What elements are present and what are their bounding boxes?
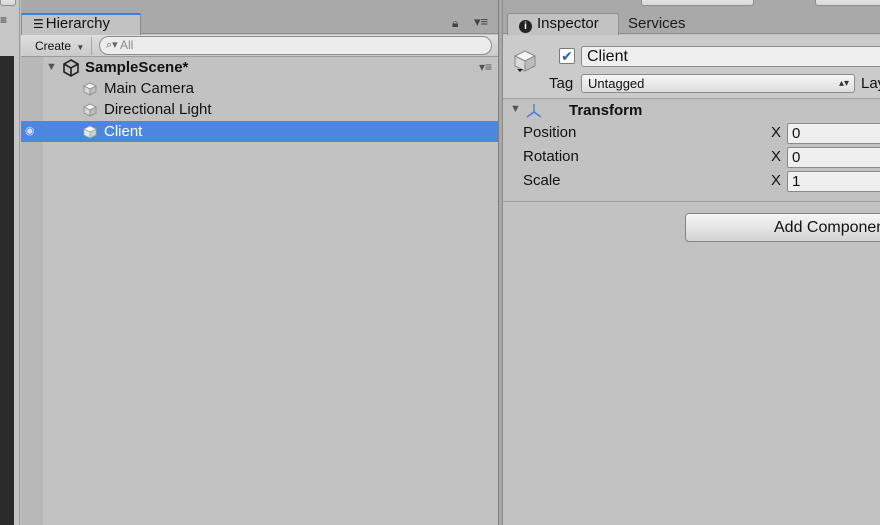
transform-component-header[interactable]: ▼ Transform bbox=[503, 100, 880, 122]
gameobject-cube-icon bbox=[83, 82, 97, 96]
search-placeholder: All bbox=[120, 38, 134, 52]
chevron-down-icon: ▼ bbox=[76, 43, 85, 52]
tab-hierarchy[interactable]: ☰ Hierarchy bbox=[21, 13, 141, 35]
tree-row-directional-light[interactable]: Directional Light bbox=[21, 99, 498, 120]
hierarchy-toolbar: Create ▼ ⌕▾ All bbox=[21, 35, 498, 57]
search-input[interactable]: ⌕▾ All bbox=[99, 36, 492, 55]
top-partial-button-right[interactable] bbox=[641, 0, 754, 6]
lock-icon[interactable]: 🔒︎ bbox=[452, 16, 458, 31]
tab-inspector[interactable]: i Inspector bbox=[507, 13, 619, 35]
info-icon: i bbox=[519, 20, 532, 33]
tree-row-client[interactable]: ◉ Client bbox=[21, 121, 498, 142]
rotation-label: Rotation bbox=[523, 148, 579, 165]
hierarchy-tabbar: ☰ Hierarchy 🔒︎ ▾≡ bbox=[21, 0, 498, 35]
tag-label: Tag bbox=[549, 75, 574, 92]
visibility-eye-icon[interactable]: ◉ bbox=[25, 121, 35, 142]
tag-dropdown[interactable]: Untagged ▴▾ bbox=[581, 74, 855, 93]
panel-menu-icon[interactable]: ≡ bbox=[0, 14, 10, 26]
search-icon: ⌕▾ bbox=[106, 39, 118, 51]
gameobject-cube-icon bbox=[83, 103, 97, 117]
tab-inspector-label: Inspector bbox=[537, 15, 599, 32]
gameobject-cube-icon bbox=[513, 50, 537, 72]
create-button[interactable]: Create ▼ bbox=[28, 37, 93, 55]
rotation-x-field[interactable]: 0 bbox=[787, 147, 880, 168]
top-partial-button-right-2[interactable] bbox=[815, 0, 880, 6]
add-component-button[interactable]: Add Component bbox=[685, 213, 880, 242]
tree-row-label: Client bbox=[104, 123, 143, 140]
tree-row-label: Main Camera bbox=[104, 80, 195, 97]
transform-axes-icon bbox=[526, 104, 542, 118]
left-panel-dark-area bbox=[0, 56, 14, 525]
scale-x-field[interactable]: 1 bbox=[787, 171, 880, 192]
top-partial-button-left[interactable] bbox=[0, 0, 16, 6]
position-label: Position bbox=[523, 124, 577, 141]
panel-options-icon[interactable]: ▾≡ bbox=[474, 14, 488, 30]
tree-row-label: Directional Light bbox=[104, 101, 212, 118]
tag-dropdown-value: Untagged bbox=[588, 76, 645, 91]
unity-scene-icon bbox=[63, 59, 79, 77]
rotation-x-label[interactable]: X bbox=[771, 147, 781, 167]
scene-name: SampleScene* bbox=[85, 59, 189, 76]
scale-x-label[interactable]: X bbox=[771, 171, 781, 191]
object-header: ✔ Client Tag Untagged ▴▾ Lay bbox=[503, 35, 880, 99]
tree-row-main-camera[interactable]: Main Camera bbox=[21, 78, 498, 99]
inspector-tabbar: i Inspector Services bbox=[503, 0, 880, 35]
rotation-row: Rotation X 0 bbox=[503, 145, 880, 169]
tab-services[interactable]: Services bbox=[628, 14, 686, 34]
active-checkbox[interactable]: ✔ bbox=[559, 48, 575, 64]
inspector-panel: i Inspector Services ✔ Client Tag Untagge… bbox=[503, 0, 880, 525]
hierarchy-panel: ☰ Hierarchy 🔒︎ ▾≡ Create ▼ ⌕▾ All ▼ Sampl… bbox=[21, 0, 498, 525]
foldout-triangle-icon[interactable]: ▼ bbox=[510, 103, 521, 115]
scale-row: Scale X 1 bbox=[503, 169, 880, 193]
position-row: Position X 0 bbox=[503, 121, 880, 145]
position-x-label[interactable]: X bbox=[771, 123, 781, 143]
create-button-label: Create bbox=[35, 39, 72, 53]
component-separator bbox=[503, 201, 880, 202]
scene-row[interactable]: ▼ SampleScene* ▾≡ bbox=[21, 57, 498, 78]
hierarchy-tree: ▼ SampleScene* ▾≡ Main Camera Directiona… bbox=[21, 57, 498, 525]
dropdown-arrows-icon: ▴▾ bbox=[838, 78, 849, 89]
tab-hierarchy-label: Hierarchy bbox=[45, 15, 110, 32]
layer-label: Lay bbox=[861, 75, 880, 92]
position-x-field[interactable]: 0 bbox=[787, 123, 880, 144]
transform-title: Transform bbox=[569, 102, 643, 119]
scene-options-icon[interactable]: ▾≡ bbox=[479, 57, 492, 78]
scale-label: Scale bbox=[523, 172, 561, 189]
gameobject-cube-icon bbox=[83, 125, 97, 139]
object-name-field[interactable]: Client bbox=[581, 46, 880, 67]
left-panel-strip: ≡ bbox=[0, 0, 20, 525]
hierarchy-list-icon: ☰ bbox=[33, 17, 44, 31]
expand-triangle-icon[interactable]: ▼ bbox=[46, 57, 57, 78]
